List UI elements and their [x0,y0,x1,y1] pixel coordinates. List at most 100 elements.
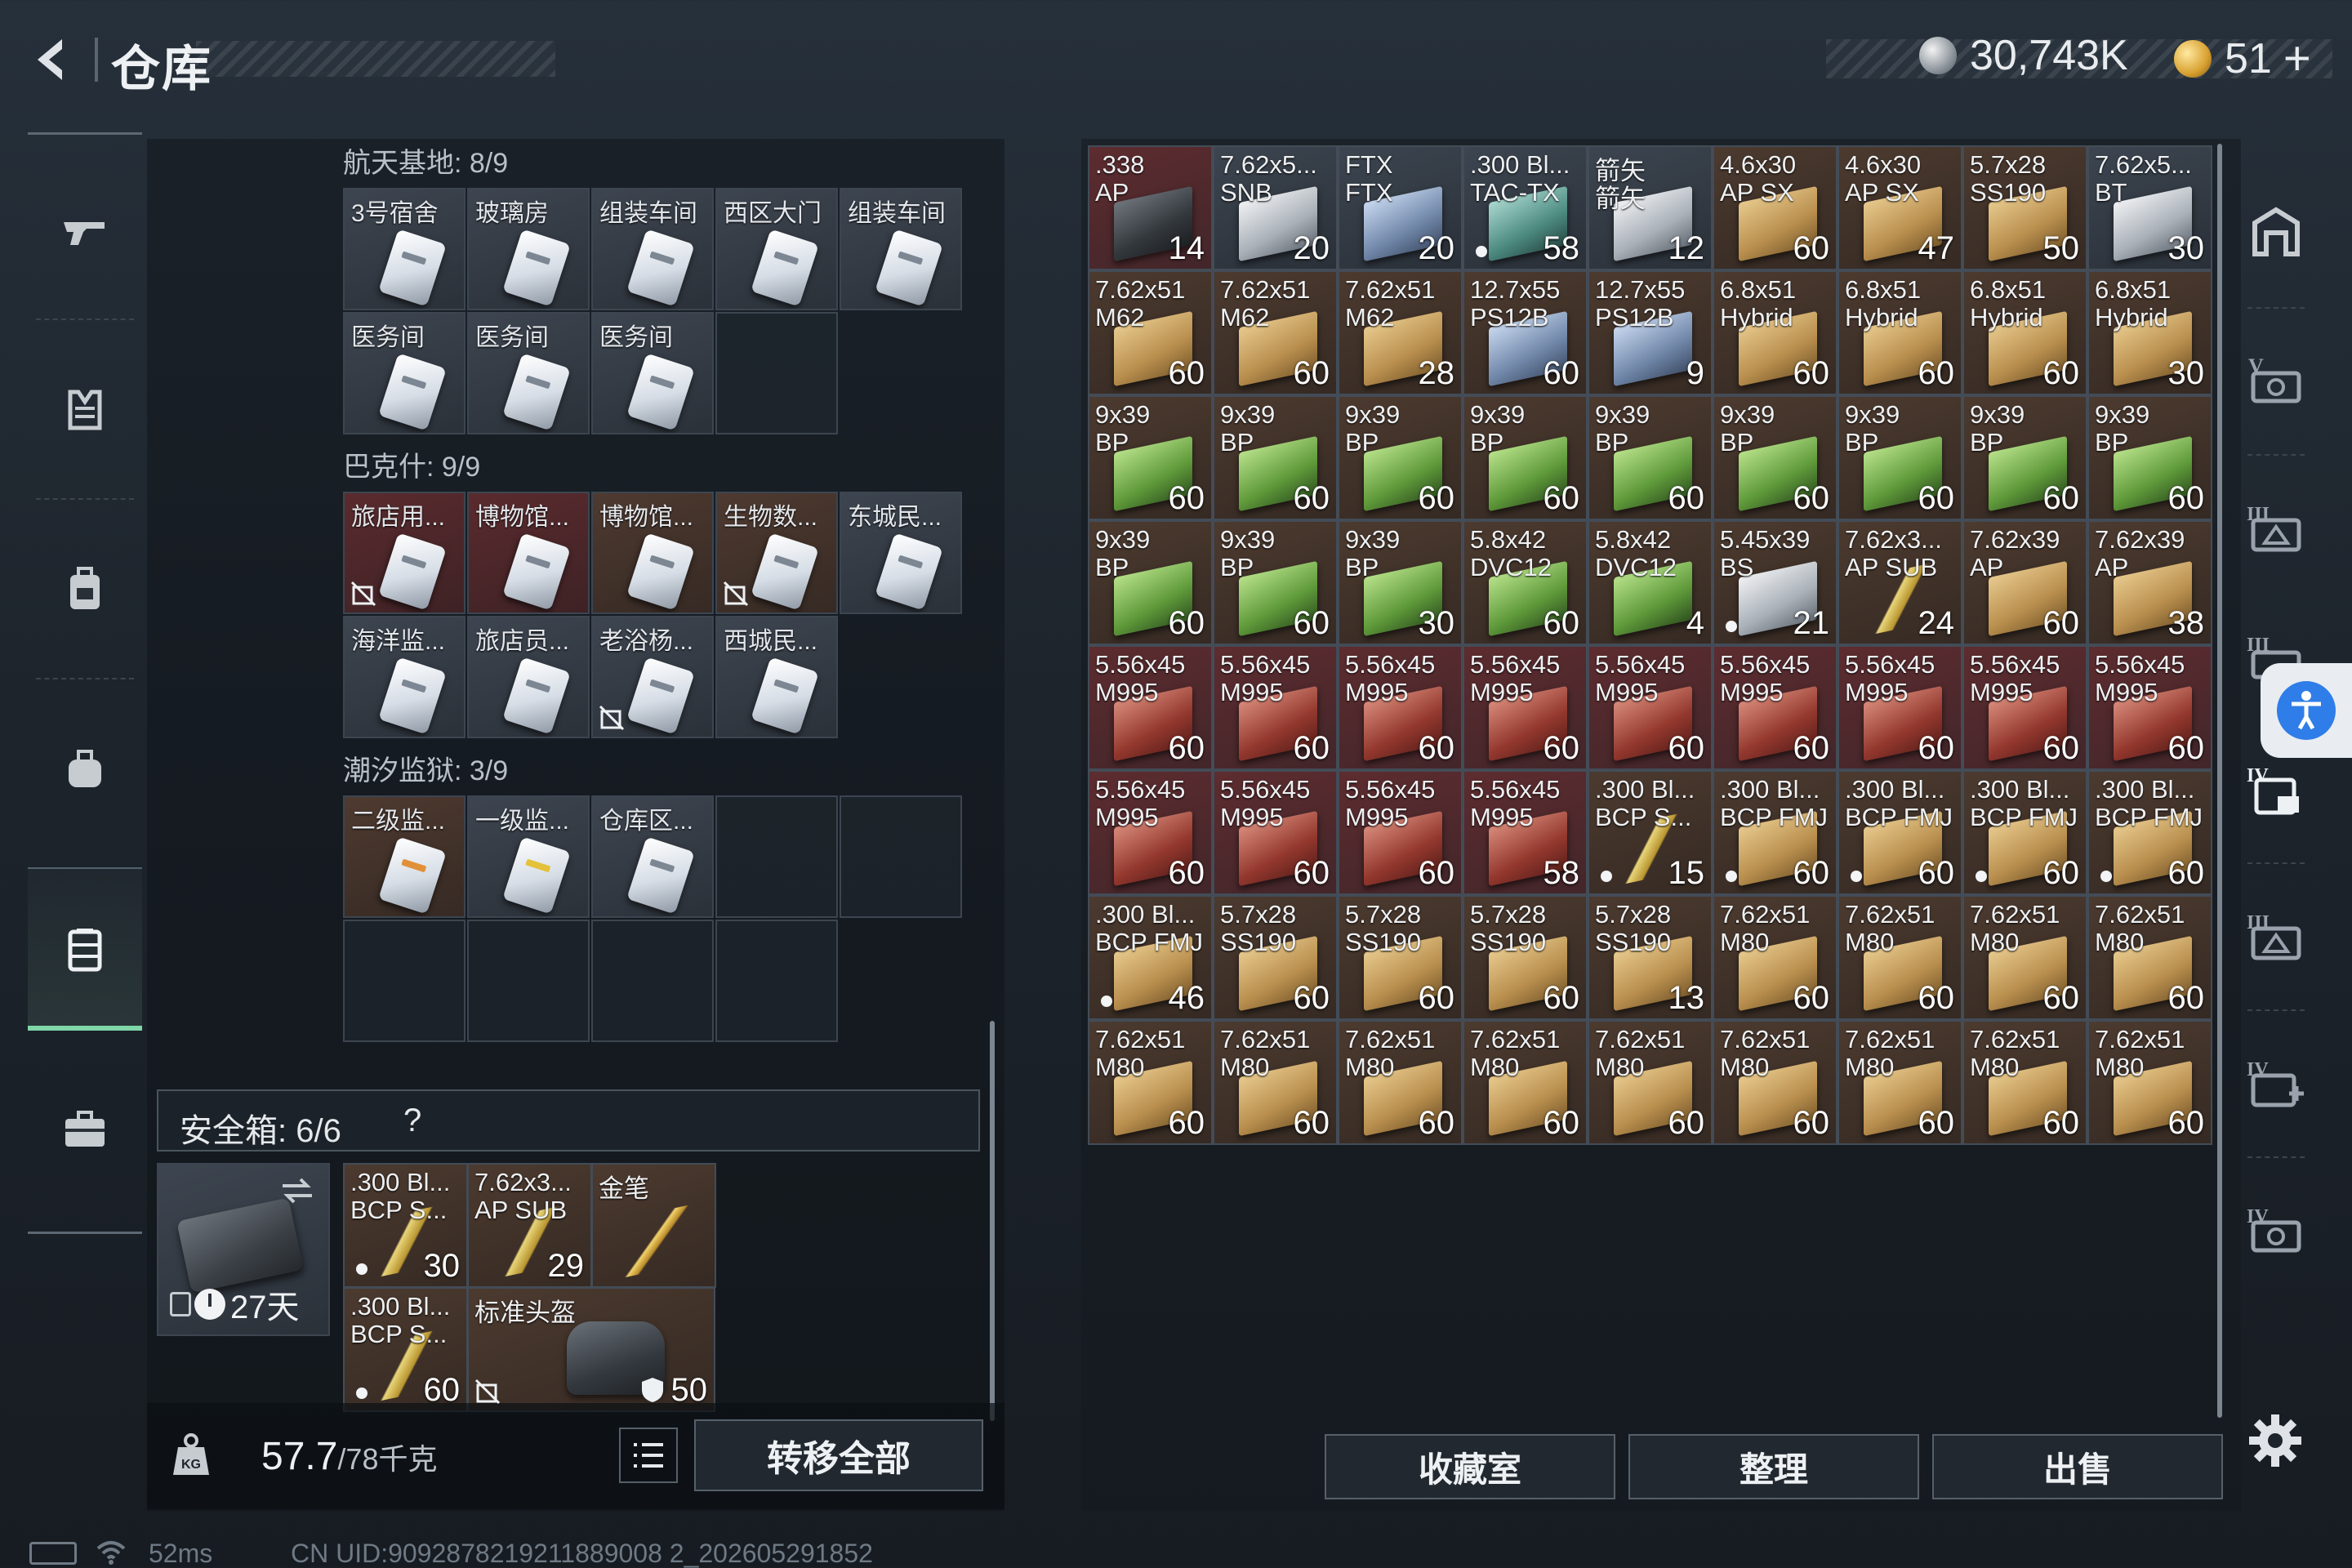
stash-item[interactable]: 5.45x39 BS 21 [1713,520,1838,645]
safe-box-item[interactable]: 标准头盔 50 [467,1287,715,1412]
safe-box-case[interactable]: 27天 [157,1163,330,1336]
bag-icon[interactable] [28,688,142,851]
transfer-all-button[interactable]: 转移全部 [694,1419,983,1491]
backpack-icon[interactable] [28,508,142,671]
stash-item[interactable]: 9x39 BP 60 [1463,395,1588,520]
stash-item[interactable]: 5.56x45 M995 60 [1213,770,1338,895]
stash-item[interactable]: .300 Bl... BCP FMJ 60 [2087,770,2212,895]
key-card-slot[interactable]: 旅店员... [467,616,590,738]
stash-item[interactable]: 5.8x42 DVC12 4 [1588,520,1713,645]
key-card-slot[interactable]: 医务间 [343,312,466,434]
empty-slot[interactable] [467,920,590,1042]
empty-slot[interactable] [343,920,466,1042]
empty-slot[interactable] [715,920,838,1042]
key-card-slot[interactable]: 医务间 [467,312,590,434]
stash-item[interactable]: .300 Bl... TAC-TX 58 [1463,145,1588,270]
stash-item[interactable]: 9x39 BP 60 [1838,395,1962,520]
add-currency-button[interactable]: + [2283,31,2311,86]
key-card-slot[interactable]: 3号宿舍 [343,188,466,310]
safe-box-item[interactable]: 金笔 [591,1163,716,1288]
stash-item[interactable]: 5.7x28 SS190 60 [1338,895,1463,1020]
stash-item[interactable]: 9x39 BP 60 [1088,520,1213,645]
stash-item[interactable]: 7.62x51 M62 28 [1338,270,1463,395]
back-icon[interactable] [24,31,82,88]
stash-icon[interactable] [28,867,142,1031]
stash-item[interactable]: 7.62x51 M80 60 [1213,1020,1338,1145]
stash-item[interactable]: .338 AP 14 [1088,145,1213,270]
stash-item[interactable]: 5.56x45 M995 60 [1088,645,1213,770]
empty-slot[interactable] [840,795,962,918]
stash-item[interactable]: 7.62x5... SNB 20 [1213,145,1338,270]
stash-item[interactable]: 6.8x51 Hybrid 30 [2087,270,2212,395]
stash-item[interactable]: 12.7x55 PS12B 9 [1588,270,1713,395]
settings-gear-icon[interactable] [2247,1413,2303,1468]
stash-item[interactable]: 5.7x28 SS190 60 [1463,895,1588,1020]
key-card-slot[interactable]: 组装车间 [591,188,714,310]
stash-item[interactable]: 5.56x45 M995 60 [1088,770,1213,895]
tier-iv-icon[interactable]: IV [2231,1160,2321,1298]
stash-item[interactable]: 9x39 BP 60 [1962,395,2087,520]
stash-item[interactable]: 9x39 BP 60 [1213,520,1338,645]
key-card-slot[interactable]: 海洋监... [343,616,466,738]
stash-item[interactable]: 5.56x45 M995 60 [1463,645,1588,770]
stash-item[interactable]: 5.56x45 M995 58 [1463,770,1588,895]
list-view-button[interactable] [619,1428,678,1483]
stash-item[interactable]: 7.62x51 M80 60 [2087,1020,2212,1145]
empty-slot[interactable] [591,920,714,1042]
stash-item[interactable]: 6.8x51 Hybrid 60 [1838,270,1962,395]
accessibility-button[interactable] [2261,663,2352,758]
swap-icon[interactable] [278,1174,317,1207]
stash-item[interactable]: 7.62x51 M80 60 [1713,895,1838,1020]
key-card-slot[interactable]: 仓库区... [591,795,714,918]
empty-slot[interactable] [715,795,838,918]
stash-item[interactable]: 9x39 BP 60 [2087,395,2212,520]
stash-item[interactable]: 7.62x51 M80 60 [1088,1020,1213,1145]
safe-box-item[interactable]: .300 Bl... BCP S... 30 [343,1163,468,1288]
stash-tab-icon[interactable] [2231,163,2321,302]
briefcase-icon[interactable] [28,1047,142,1210]
stash-item[interactable]: 7.62x51 M80 60 [1962,1020,2087,1145]
stash-item[interactable]: 箭矢 箭矢 12 [1588,145,1713,270]
stash-item[interactable]: 9x39 BP 60 [1338,395,1463,520]
stash-item[interactable]: 7.62x51 M80 60 [1588,1020,1713,1145]
stash-item[interactable]: 5.56x45 M995 60 [1588,645,1713,770]
key-card-slot[interactable]: 西城民... [715,616,838,738]
key-card-slot[interactable]: 博物馆... [591,492,714,614]
stash-item[interactable]: 9x39 BP 60 [1713,395,1838,520]
safe-box-item[interactable]: 7.62x3... AP SUB 29 [467,1163,592,1288]
stash-item[interactable]: .300 Bl... BCP FMJ 60 [1713,770,1838,895]
stash-item[interactable]: 5.56x45 M995 60 [1338,645,1463,770]
stash-item[interactable]: 5.8x42 DVC12 60 [1463,520,1588,645]
stash-item[interactable]: 7.62x5... BT 30 [2087,145,2212,270]
stash-item[interactable]: 7.62x39 AP 38 [2087,520,2212,645]
stash-item[interactable]: 5.7x28 SS190 60 [1213,895,1338,1020]
key-card-slot[interactable]: 组装车间 [840,188,962,310]
stash-item[interactable]: 5.56x45 M995 60 [1838,645,1962,770]
stash-item[interactable]: 7.62x3... AP SUB 24 [1838,520,1962,645]
stash-item[interactable]: 4.6x30 AP SX 60 [1713,145,1838,270]
stash-item[interactable]: .300 Bl... BCP S... 15 [1588,770,1713,895]
stash-item[interactable]: 7.62x51 M80 60 [1338,1020,1463,1145]
stash-item[interactable]: 5.56x45 M995 60 [1713,645,1838,770]
stash-item[interactable]: 5.7x28 SS190 13 [1588,895,1713,1020]
tier-v-icon[interactable]: V [2231,310,2321,449]
stash-item[interactable]: 5.56x45 M995 60 [1338,770,1463,895]
gun-icon[interactable] [28,149,142,312]
key-card-slot[interactable]: 博物馆... [467,492,590,614]
stash-item[interactable]: 7.62x51 M80 60 [1463,1020,1588,1145]
tier-iii-icon[interactable]: III [2231,866,2321,1004]
stash-item[interactable]: 7.62x51 M62 60 [1088,270,1213,395]
stash-item[interactable]: 5.56x45 M995 60 [1962,645,2087,770]
stash-item[interactable]: 9x39 BP 30 [1338,520,1463,645]
stash-item[interactable]: .300 Bl... BCP FMJ 46 [1088,895,1213,1020]
stash-item[interactable]: 12.7x55 PS12B 60 [1463,270,1588,395]
stash-item[interactable]: .300 Bl... BCP FMJ 60 [1838,770,1962,895]
stash-item[interactable]: 9x39 BP 60 [1088,395,1213,520]
stash-item[interactable]: FTX FTX 20 [1338,145,1463,270]
key-card-slot[interactable]: 玻璃房 [467,188,590,310]
stash-item[interactable]: 9x39 BP 60 [1213,395,1338,520]
stash-item[interactable]: 7.62x39 AP 60 [1962,520,2087,645]
sell-button[interactable]: 出售 [1932,1434,2223,1499]
stash-item[interactable]: 5.7x28 SS190 50 [1962,145,2087,270]
key-card-slot[interactable]: 医务间 [591,312,714,434]
